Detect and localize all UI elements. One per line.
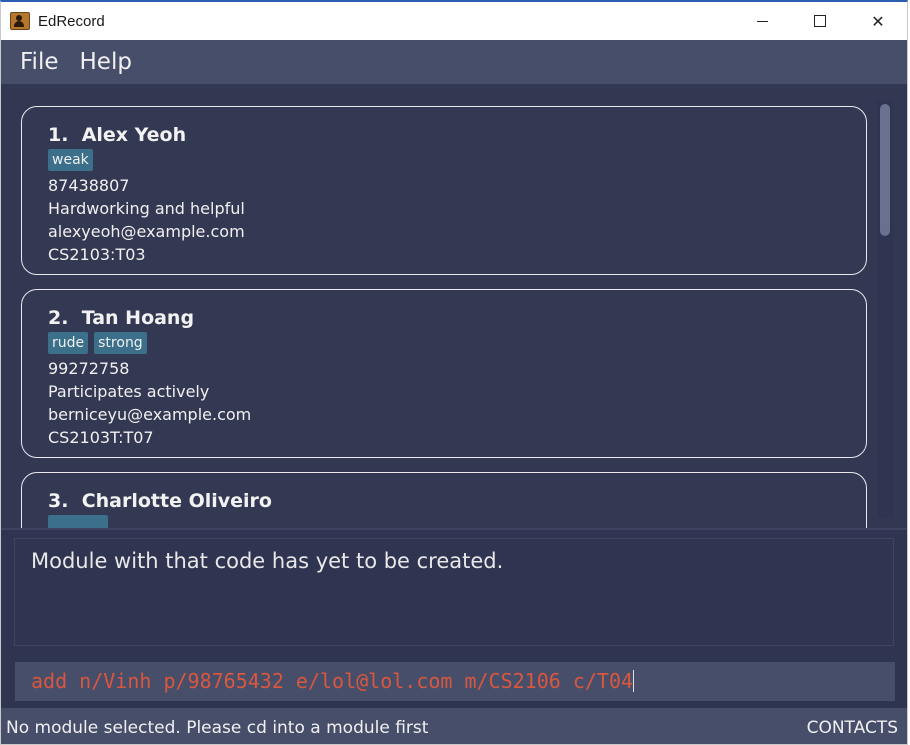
person-name: 3. Charlotte Oliveiro [48, 488, 840, 514]
person-name: 1. Alex Yeoh [48, 122, 840, 148]
status-view-label: CONTACTS [806, 717, 898, 738]
app-window: EdRecord ✕ File Help 1. Alex Yeoh weak 8… [0, 0, 908, 745]
person-name-text: Charlotte Oliveiro [81, 490, 272, 512]
tag: rude [48, 332, 89, 354]
person-email: alexyeoh@example.com [48, 222, 245, 241]
menu-file[interactable]: File [20, 49, 59, 75]
person-info: Hardworking and helpful [48, 199, 245, 218]
person-index: 1. [48, 124, 69, 146]
status-bar: No module selected. Please cd into a mod… [1, 708, 907, 744]
person-module: CS2103T:T07 [48, 428, 154, 447]
person-name: 2. Tan Hoang [48, 305, 840, 331]
maximize-button[interactable] [791, 2, 849, 40]
title-bar[interactable]: EdRecord ✕ [1, 2, 907, 40]
close-icon: ✕ [871, 11, 885, 31]
person-info: Participates actively [48, 382, 210, 401]
minimize-button[interactable] [733, 2, 791, 40]
person-email: berniceyu@example.com [48, 405, 252, 424]
menu-help[interactable]: Help [80, 49, 132, 75]
status-message: No module selected. Please cd into a mod… [6, 717, 429, 738]
person-index: 2. [48, 307, 69, 329]
tag: strong [94, 332, 147, 354]
person-name-text: Tan Hoang [81, 307, 195, 329]
person-phone: 87438807 [48, 176, 130, 195]
person-name-text: Alex Yeoh [81, 124, 187, 146]
maximize-icon [814, 15, 826, 27]
tag-list: weak [48, 149, 840, 173]
tag-list: rude strong [48, 332, 840, 356]
close-button[interactable]: ✕ [849, 2, 907, 40]
app-icon [10, 12, 30, 30]
window-controls: ✕ [733, 2, 907, 40]
minimize-icon [756, 20, 768, 22]
tag: weak [48, 149, 93, 171]
command-input[interactable]: add n/Vinh p/98765432 e/lol@lol.com m/CS… [15, 662, 895, 701]
person-list-panel: 1. Alex Yeoh weak 87438807 Hardworking a… [1, 84, 907, 528]
window-title: EdRecord [38, 12, 105, 30]
person-card[interactable]: 2. Tan Hoang rude strong 99272758 Partic… [21, 289, 867, 458]
scrollbar-thumb[interactable] [880, 104, 890, 236]
command-text: add n/Vinh p/98765432 e/lol@lol.com m/CS… [31, 669, 634, 693]
person-card[interactable]: 3. Charlotte Oliveiro [21, 472, 867, 528]
menu-bar: File Help [1, 40, 907, 84]
person-module: CS2103:T03 [48, 245, 146, 264]
result-panel: Module with that code has yet to be crea… [1, 528, 907, 658]
result-display: Module with that code has yet to be crea… [14, 538, 894, 646]
tag [48, 515, 108, 528]
person-phone: 99272758 [48, 359, 130, 378]
command-panel: add n/Vinh p/98765432 e/lol@lol.com m/CS… [1, 656, 907, 708]
list-scrollbar[interactable] [877, 100, 893, 518]
person-index: 3. [48, 490, 69, 512]
text-caret [633, 670, 635, 692]
person-list: 1. Alex Yeoh weak 87438807 Hardworking a… [21, 106, 869, 528]
tag-list [48, 515, 840, 528]
person-card[interactable]: 1. Alex Yeoh weak 87438807 Hardworking a… [21, 106, 867, 275]
